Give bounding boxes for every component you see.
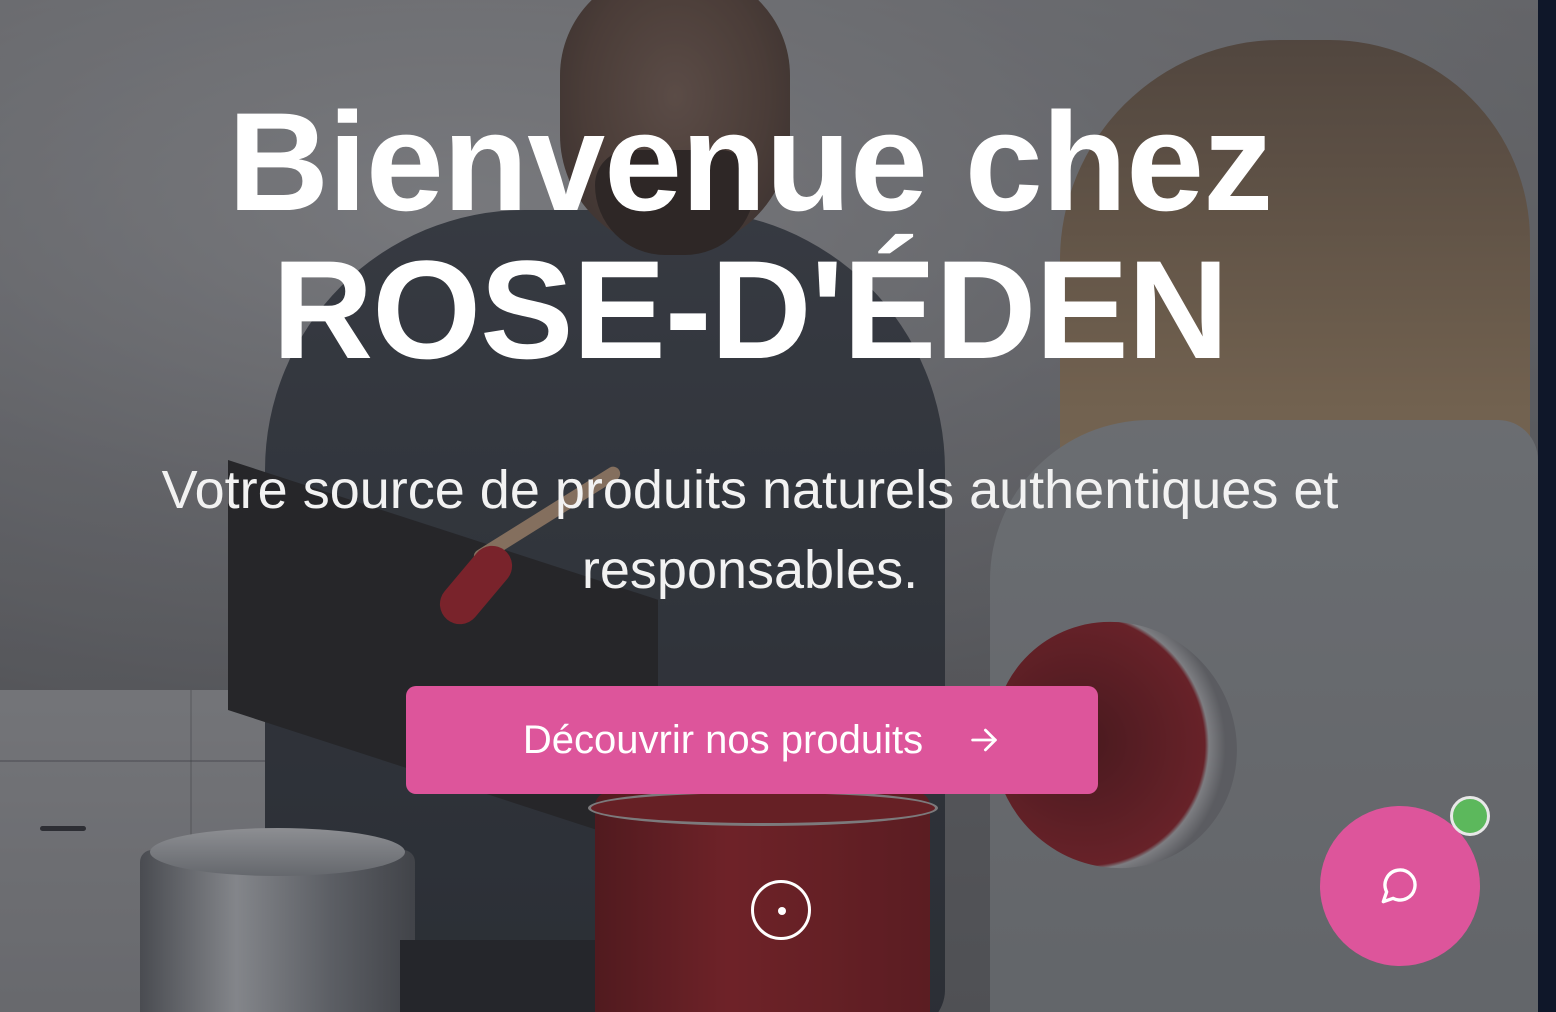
chat-bubble-icon <box>1380 865 1420 908</box>
hero-title: Bienvenue chez ROSE-D'ÉDEN <box>0 88 1500 384</box>
scroll-dot <box>778 907 786 915</box>
hero-title-line2: ROSE-D'ÉDEN <box>272 231 1229 388</box>
hero-title-line1: Bienvenue chez <box>227 83 1273 240</box>
arrow-right-icon <box>967 723 1001 757</box>
hero-subtitle: Votre source de produits naturels authen… <box>161 460 1339 600</box>
scroll-indicator-icon[interactable] <box>751 880 811 940</box>
discover-products-label: Découvrir nos produits <box>522 717 924 762</box>
discover-products-button[interactable]: Découvrir nos produits <box>406 686 1098 794</box>
scrollbar-edge <box>1538 0 1556 1012</box>
hero-section: Bienvenue chez ROSE-D'ÉDEN Votre source … <box>0 0 1538 1012</box>
online-status-indicator <box>1450 796 1490 836</box>
